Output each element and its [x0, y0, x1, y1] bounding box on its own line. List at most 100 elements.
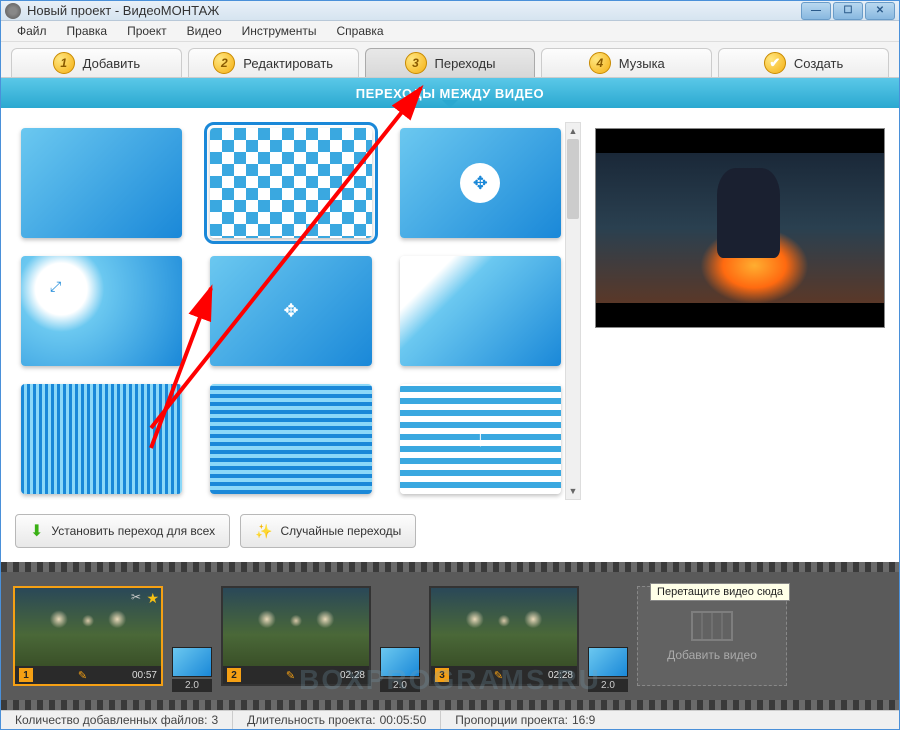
transition-thumb[interactable] [210, 384, 371, 494]
status-label: Количество добавленных файлов: [15, 713, 207, 727]
random-transitions-button[interactable]: ✨ Случайные переходы [240, 514, 416, 548]
tab-add[interactable]: 1 Добавить [11, 48, 182, 77]
pencil-icon[interactable]: ✎ [286, 669, 295, 682]
apply-all-button[interactable]: ⬇ Установить переход для всех [15, 514, 230, 548]
status-value: 00:05:50 [380, 713, 427, 727]
workflow-tabs: 1 Добавить 2 Редактировать 3 Переходы 4 … [1, 42, 899, 78]
transition-thumb[interactable] [21, 256, 182, 366]
menu-video[interactable]: Видео [179, 21, 230, 41]
status-duration: Длительность проекта: 00:05:50 [233, 711, 441, 729]
clip-infobar: 3 ✎ 02:28 [431, 666, 577, 684]
scroll-up-icon[interactable]: ▲ [566, 123, 580, 139]
timeline-clip[interactable]: ✂ ★ 1 ✎ 00:57 [13, 586, 163, 686]
status-files: Количество добавленных файлов: 3 [1, 711, 233, 729]
app-icon [5, 3, 21, 19]
transition-mini-icon [380, 647, 420, 677]
drop-tooltip: Перетащите видео сюда [650, 583, 790, 601]
clip-infobar: 1 ✎ 00:57 [15, 666, 161, 684]
star-icon: ★ [146, 590, 159, 607]
maximize-button[interactable]: ☐ [833, 2, 863, 20]
tab-label: Редактировать [243, 56, 333, 71]
tab-label: Переходы [435, 56, 496, 71]
transition-thumb[interactable] [400, 128, 561, 238]
clip-number: 2 [227, 668, 241, 682]
transition-thumb[interactable] [400, 384, 561, 494]
scissors-icon: ✂ [131, 590, 141, 604]
transition-chip[interactable]: 2.0 [379, 647, 421, 692]
content-area: ▲ ▼ ⬇ Установить переход для всех ✨ Случ… [1, 108, 899, 562]
scroll-track[interactable] [566, 139, 580, 483]
menu-file[interactable]: Файл [9, 21, 55, 41]
clip-duration: 02:28 [548, 670, 573, 681]
tab-label: Создать [794, 56, 843, 71]
minimize-button[interactable]: — [801, 2, 831, 20]
clip-number: 3 [435, 668, 449, 682]
status-value: 3 [211, 713, 218, 727]
transition-thumb[interactable] [210, 256, 371, 366]
tab-label: Добавить [83, 56, 140, 71]
drop-zone[interactable]: Перетащите видео сюда Добавить видео [637, 586, 787, 686]
timeline-clip[interactable]: 2 ✎ 02:28 [221, 586, 371, 686]
transition-duration: 2.0 [172, 679, 212, 692]
clips-row: ✂ ★ 1 ✎ 00:57 2.0 2 ✎ 02:28 [1, 572, 899, 700]
step-badge-icon: 1 [53, 52, 75, 74]
download-arrow-icon: ⬇ [30, 521, 43, 541]
transition-thumb[interactable] [21, 128, 182, 238]
tab-edit[interactable]: 2 Редактировать [188, 48, 359, 77]
banner-text: ПЕРЕХОДЫ МЕЖДУ ВИДЕО [356, 86, 544, 101]
status-label: Длительность проекта: [247, 713, 375, 727]
clip-thumbnail [431, 588, 577, 666]
checkmark-icon: ✔ [764, 52, 786, 74]
transitions-grid [15, 122, 565, 500]
menu-tools[interactable]: Инструменты [234, 21, 325, 41]
window-controls: — ☐ ✕ [799, 2, 895, 20]
scrollbar[interactable]: ▲ ▼ [565, 122, 581, 500]
tab-transitions[interactable]: 3 Переходы [365, 48, 536, 77]
section-banner: ПЕРЕХОДЫ МЕЖДУ ВИДЕО [1, 78, 899, 108]
transition-chip[interactable]: 2.0 [587, 647, 629, 692]
clip-number: 1 [19, 668, 33, 682]
statusbar: Количество добавленных файлов: 3 Длитель… [1, 710, 899, 729]
scroll-down-icon[interactable]: ▼ [566, 483, 580, 499]
tab-music[interactable]: 4 Музыка [541, 48, 712, 77]
film-perforation [1, 700, 899, 710]
timeline-clip[interactable]: 3 ✎ 02:28 [429, 586, 579, 686]
transition-thumb[interactable] [210, 128, 371, 238]
transition-duration: 2.0 [588, 679, 628, 692]
step-badge-icon: 4 [589, 52, 611, 74]
preview-panel [595, 128, 885, 328]
transition-thumb[interactable] [400, 256, 561, 366]
pencil-icon[interactable]: ✎ [494, 669, 503, 682]
menu-edit[interactable]: Правка [59, 21, 116, 41]
button-label: Установить переход для всех [51, 524, 215, 538]
scroll-thumb[interactable] [567, 139, 579, 219]
transitions-panel: ▲ ▼ ⬇ Установить переход для всех ✨ Случ… [15, 122, 581, 548]
action-row: ⬇ Установить переход для всех ✨ Случайны… [15, 514, 581, 548]
transition-thumb[interactable] [21, 384, 182, 494]
magic-wand-icon: ✨ [255, 523, 272, 540]
menu-help[interactable]: Справка [328, 21, 391, 41]
menu-project[interactable]: Проект [119, 21, 175, 41]
step-badge-icon: 3 [405, 52, 427, 74]
status-aspect: Пропорции проекта: 16:9 [441, 711, 609, 729]
transition-mini-icon [172, 647, 212, 677]
tab-create[interactable]: ✔ Создать [718, 48, 889, 77]
clip-duration: 00:57 [132, 670, 157, 681]
clip-infobar: 2 ✎ 02:28 [223, 666, 369, 684]
step-badge-icon: 2 [213, 52, 235, 74]
status-label: Пропорции проекта: [455, 713, 568, 727]
window-title: Новый проект - ВидеоМОНТАЖ [27, 3, 799, 18]
preview-frame [596, 153, 884, 303]
pencil-icon[interactable]: ✎ [78, 669, 87, 682]
film-perforation [1, 562, 899, 572]
tab-label: Музыка [619, 56, 665, 71]
drop-label: Добавить видео [667, 648, 757, 662]
clip-thumbnail [223, 588, 369, 666]
transition-chip[interactable]: 2.0 [171, 647, 213, 692]
filmstrip-icon [690, 610, 734, 642]
menubar: Файл Правка Проект Видео Инструменты Спр… [1, 21, 899, 42]
close-button[interactable]: ✕ [865, 2, 895, 20]
app-window: Новый проект - ВидеоМОНТАЖ — ☐ ✕ Файл Пр… [0, 0, 900, 730]
clip-duration: 02:28 [340, 670, 365, 681]
button-label: Случайные переходы [281, 524, 402, 538]
